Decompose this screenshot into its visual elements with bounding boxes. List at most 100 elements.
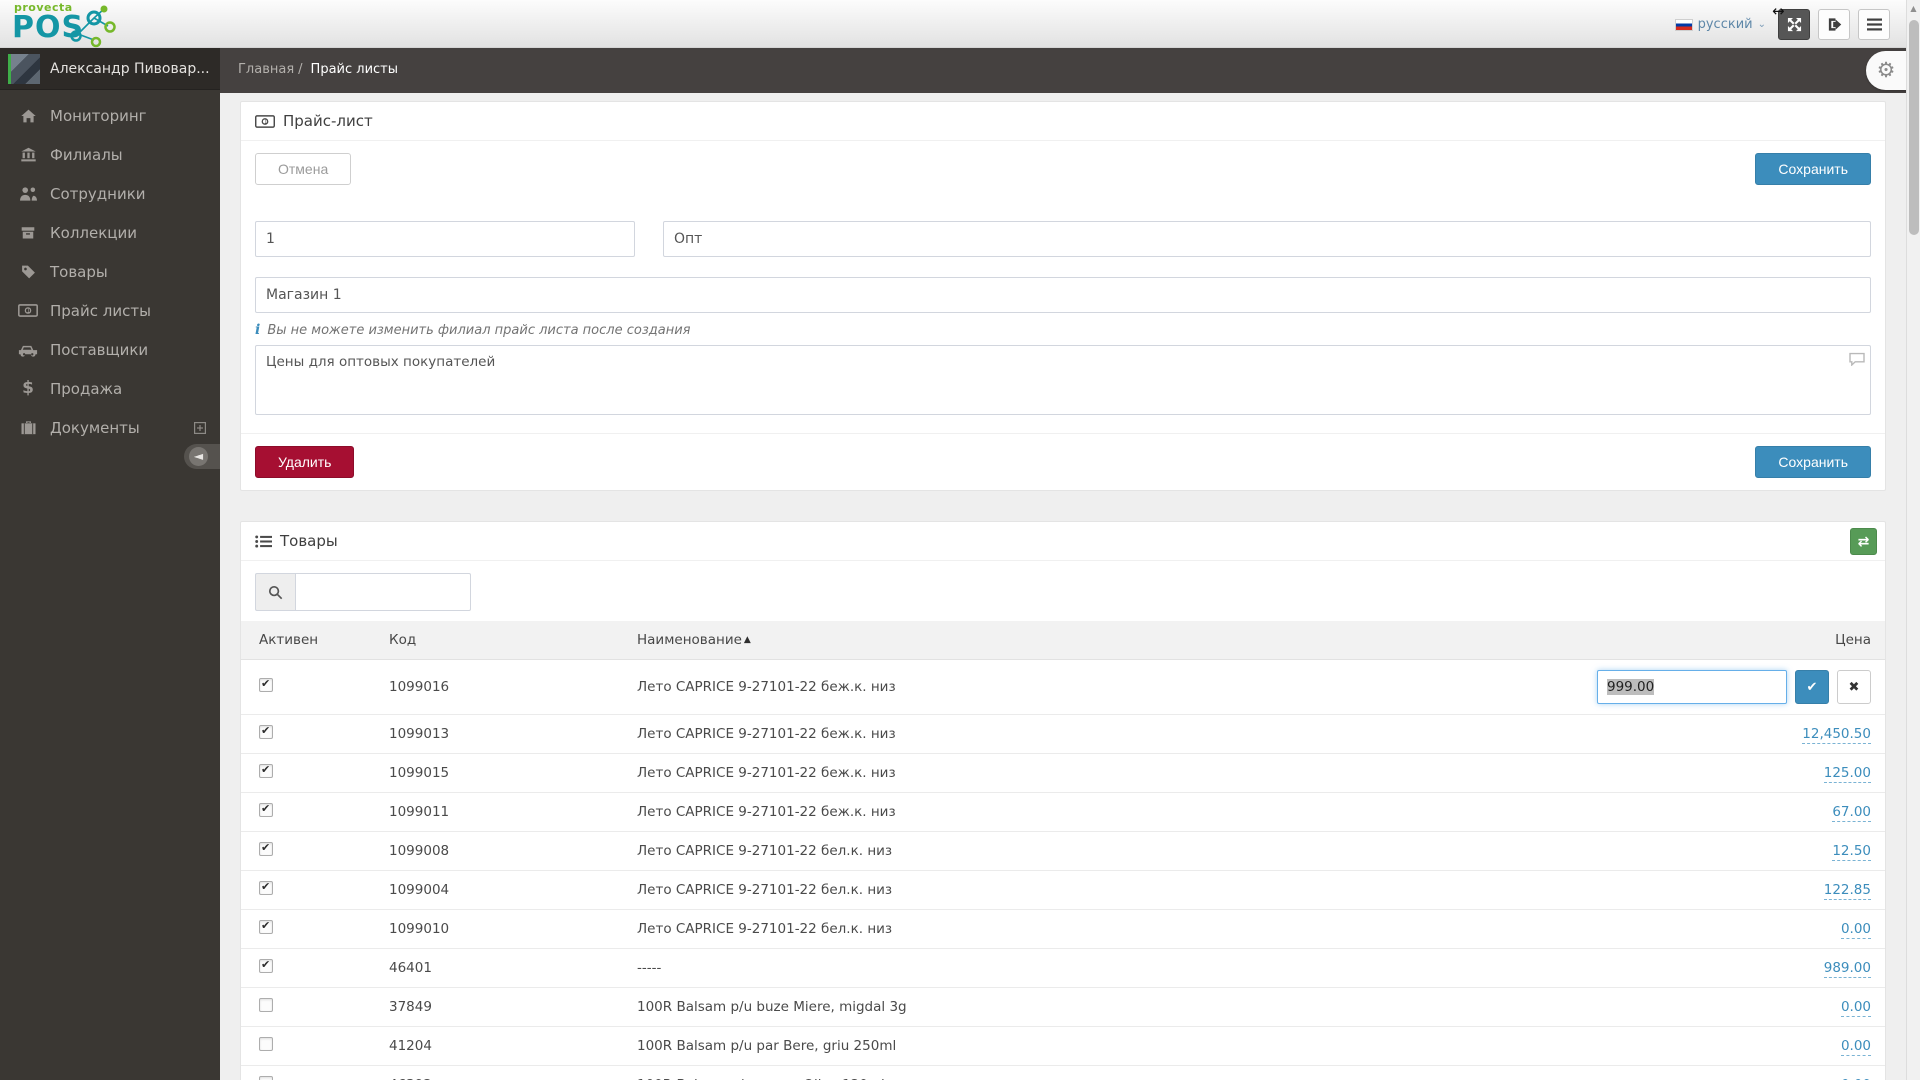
active-checkbox[interactable] [259,958,273,973]
price-link[interactable]: 67.00 [1832,804,1871,822]
gear-icon: ⚙ [1876,58,1896,82]
type-field[interactable] [663,221,1871,257]
col-name[interactable]: Наименование ▲ [619,621,1555,660]
content-header-bar: Главная / Прайс листы ⚙ [220,48,1920,93]
code-field[interactable] [255,221,635,257]
breadcrumb: Главная / Прайс листы [238,62,398,77]
price-link[interactable]: 989.00 [1823,960,1871,978]
sidebar-item-bank[interactable]: Филиалы [0,135,220,174]
price-link[interactable]: 12,450.50 [1802,726,1871,744]
active-checkbox[interactable] [259,724,273,739]
breadcrumb-home[interactable]: Главная [238,62,294,77]
product-code: 41204 [371,1026,619,1066]
price-edit-input[interactable]: 999.00 [1597,670,1787,704]
price-link[interactable]: 0.00 [1840,1038,1871,1056]
table-row: 1099015 Лето CAPRICE 9-27101-22 беж.к. н… [241,753,1885,793]
briefcase-icon [16,420,40,435]
branch-info-text: Вы не можете изменить филиал прайс листа… [267,322,691,338]
product-name: Лето CAPRICE 9-27101-22 бел.к. низ [619,831,1555,871]
cancel-price-button[interactable]: ✖ [1837,670,1871,704]
cancel-button[interactable]: Отмена [255,153,352,185]
main-content: 1 Прайс-лист Отмена Сохранить i Вы не мо… [220,93,1920,1080]
language-selector[interactable]: русский ⌄ [1674,17,1770,32]
table-row: 1099010 Лето CAPRICE 9-27101-22 бел.к. н… [241,909,1885,949]
pricelist-panel: 1 Прайс-лист Отмена Сохранить i Вы не мо… [240,101,1886,491]
settings-button[interactable]: ⚙ [1866,51,1906,90]
table-row: 41204 100R Balsam p/u par Bere, griu 250… [241,1026,1885,1066]
russian-flag-icon [1674,18,1693,31]
search-input[interactable] [295,573,471,611]
logout-button[interactable] [1818,9,1850,40]
sidebar-item-dollar[interactable]: $ Продажа [0,369,220,408]
sort-asc-icon: ▲ [743,635,751,645]
scrollbar-thumb[interactable] [1909,20,1919,235]
sidebar-collapse-button[interactable]: ◄ [184,444,220,469]
col-active[interactable]: Активен [241,621,371,660]
sidebar-item-label: Поставщики [50,340,149,359]
active-checkbox[interactable] [259,677,273,692]
sidebar-item-label: Сотрудники [50,184,146,203]
sidebar-item-home[interactable]: Мониторинг [0,96,220,135]
pricelist-panel-footer: Удалить Сохранить [241,433,1885,490]
price-link[interactable]: 125.00 [1823,765,1871,783]
product-code: 1099011 [371,792,619,832]
sidebar-item-users[interactable]: Сотрудники [0,174,220,213]
price-cell: 0.00 [1555,909,1885,949]
price-link[interactable]: 0.00 [1840,999,1871,1017]
money-icon: 1 [16,304,40,317]
active-checkbox[interactable] [259,1076,273,1080]
menu-toggle-button[interactable] [1858,9,1890,40]
user-name: Александр Пивовар... [50,60,210,77]
check-icon: ✔ [1806,679,1818,695]
sign-out-icon [1828,18,1841,31]
product-name: 100R Balsam p/u par Bere, griu 250ml [619,1026,1555,1066]
sidebar-item-tags[interactable]: Товары [0,252,220,291]
products-search [255,573,1871,611]
delete-button[interactable]: Удалить [255,446,355,478]
user-panel[interactable]: Александр Пивовар... [0,48,220,90]
col-price[interactable]: Цена [1555,621,1885,660]
active-checkbox[interactable] [259,841,273,856]
plus-square-icon[interactable] [194,421,206,434]
price-link[interactable]: 12.50 [1832,843,1871,861]
description-field[interactable] [255,345,1871,415]
table-row: 46401 ----- 989.00 [241,948,1885,988]
avatar [8,53,40,84]
comment-icon [1849,352,1865,366]
confirm-price-button[interactable]: ✔ [1795,670,1829,704]
col-code[interactable]: Код [371,621,619,660]
product-code: 37849 [371,987,619,1027]
search-icon [268,585,283,599]
active-checkbox[interactable] [259,880,273,895]
sidebar-item-collections[interactable]: Коллекции [0,213,220,252]
scroll-up-icon[interactable]: ▲ [1907,0,1920,13]
product-code: 1099010 [371,909,619,949]
active-checkbox[interactable] [259,998,273,1012]
price-cell: 12,450.50 [1555,714,1885,754]
save-button-bottom[interactable]: Сохранить [1755,446,1871,478]
price-link[interactable]: 122.85 [1823,882,1871,900]
sidebar-item-truck[interactable]: Поставщики [0,330,220,369]
vertical-scrollbar[interactable]: ▲ [1906,0,1920,1080]
active-checkbox[interactable] [259,1037,273,1051]
branch-field[interactable] [255,277,1871,313]
products-table: Активен Код Наименование▲ Цена 1099016 Л… [241,621,1885,1080]
active-checkbox[interactable] [259,919,273,934]
sidebar-item-briefcase[interactable]: Документы [0,408,220,447]
breadcrumb-separator: / [298,62,303,77]
tags-icon [16,264,40,280]
price-link[interactable]: 0.00 [1840,921,1871,939]
price-cell: 67.00 [1555,792,1885,832]
refresh-button[interactable]: ⇄ [1850,528,1877,555]
products-panel-title: Товары [280,532,338,550]
search-addon [255,573,295,611]
table-row: 37849 100R Balsam p/u buze Miere, migdal… [241,987,1885,1027]
sidebar-item-label: Товары [50,262,108,281]
active-checkbox[interactable] [259,763,273,778]
sidebar-item-money[interactable]: 1 Прайс листы [0,291,220,330]
price-cell: 122.85 [1555,870,1885,910]
product-name: Лето CAPRICE 9-27101-22 беж.к. низ [619,792,1555,832]
table-row: 1099004 Лето CAPRICE 9-27101-22 бел.к. н… [241,870,1885,910]
save-button-top[interactable]: Сохранить [1755,153,1871,185]
active-checkbox[interactable] [259,802,273,817]
